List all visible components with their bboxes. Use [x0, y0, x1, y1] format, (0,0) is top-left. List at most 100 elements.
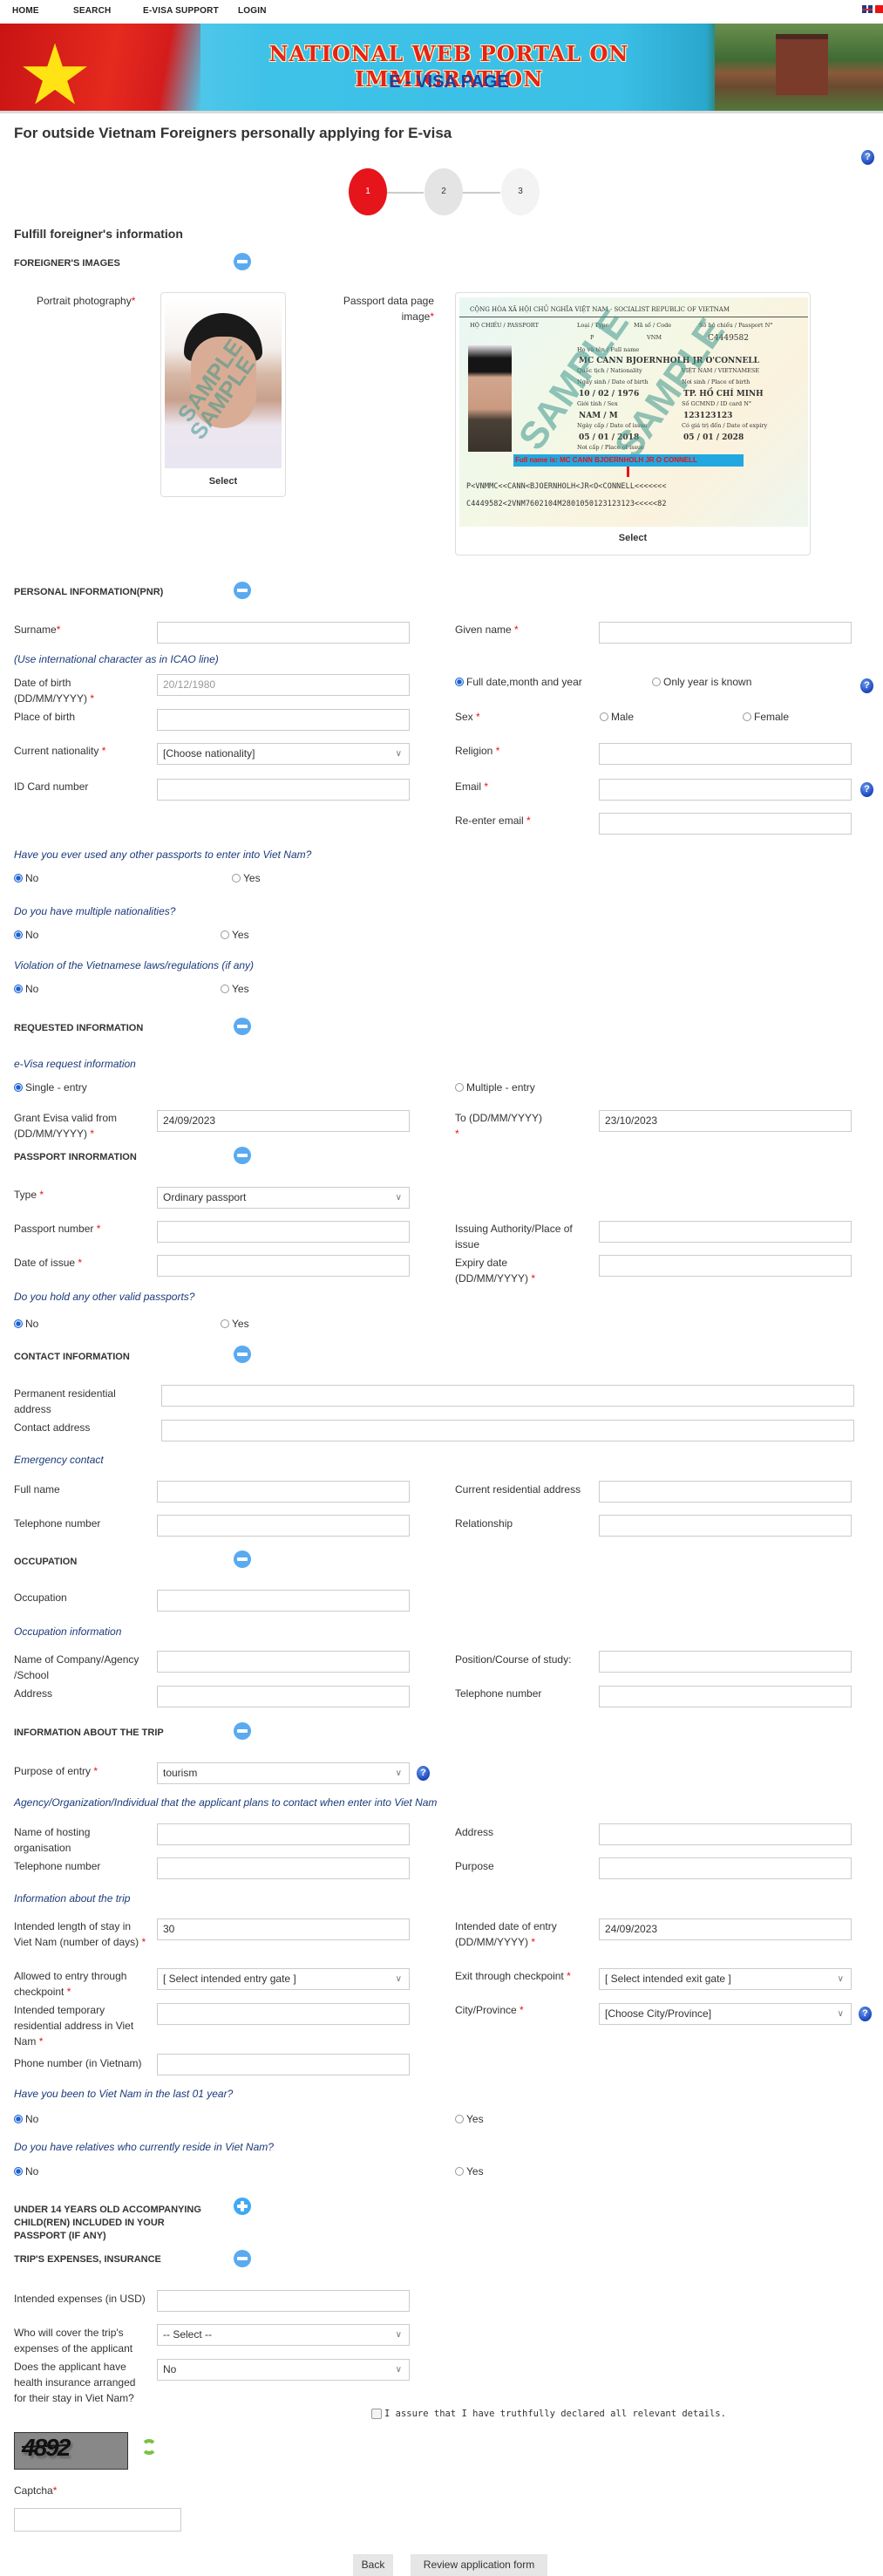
- nav-evisa-support[interactable]: E-VISA SUPPORT: [143, 6, 219, 16]
- stay-length-input[interactable]: 30: [157, 1918, 410, 1940]
- other-valid-passports-no-radio[interactable]: No: [14, 1318, 38, 1330]
- sex-male-radio[interactable]: Male: [600, 711, 634, 723]
- religion-input[interactable]: [599, 743, 852, 765]
- collapse-icon[interactable]: [234, 1018, 251, 1035]
- other-passports-yes-radio[interactable]: Yes: [232, 872, 261, 884]
- help-icon[interactable]: ?: [417, 1766, 430, 1781]
- temple-image: [715, 24, 883, 111]
- insurance-select[interactable]: No: [157, 2359, 410, 2381]
- help-icon[interactable]: ?: [861, 150, 874, 165]
- date-of-issue-input[interactable]: [157, 1255, 410, 1277]
- position-input[interactable]: [599, 1651, 852, 1673]
- sex-female-radio[interactable]: Female: [743, 711, 789, 723]
- exit-gate-select[interactable]: [ Select intended exit gate ]: [599, 1968, 852, 1990]
- expiry-date-input[interactable]: [599, 1255, 852, 1277]
- entry-date-input[interactable]: 24/09/2023: [599, 1918, 852, 1940]
- vietnam-flag-icon[interactable]: [875, 5, 883, 13]
- relatives-yes-radio[interactable]: Yes: [455, 2165, 484, 2177]
- emergency-phone-input[interactable]: [157, 1515, 410, 1537]
- expenses-cover-select[interactable]: -- Select --: [157, 2324, 410, 2346]
- dob-mode-year-radio[interactable]: Only year is known: [652, 676, 751, 688]
- violation-no-radio[interactable]: No: [14, 983, 38, 995]
- relatives-no-radio[interactable]: No: [14, 2165, 38, 2177]
- been-yes-radio[interactable]: Yes: [455, 2113, 484, 2125]
- declaration-checkbox[interactable]: [371, 2409, 382, 2419]
- passport-upload-card[interactable]: CỘNG HÒA XÃ HỘI CHỦ NGHĨA VIỆT NAM - SOC…: [455, 292, 811, 555]
- purpose-select[interactable]: tourism: [157, 1762, 410, 1784]
- email-input[interactable]: [599, 779, 852, 801]
- city-select[interactable]: [Choose City/Province]: [599, 2003, 852, 2025]
- occupation-input[interactable]: [157, 1590, 410, 1612]
- re-email-input[interactable]: [599, 813, 852, 835]
- passport-image-label: Passport data page image*: [343, 295, 434, 323]
- review-application-button[interactable]: Review application form: [411, 2554, 547, 2576]
- pob-input[interactable]: [157, 709, 410, 731]
- english-flag-icon[interactable]: [862, 5, 873, 13]
- given-name-input[interactable]: [599, 622, 852, 644]
- refresh-captcha-icon[interactable]: [141, 2439, 157, 2455]
- sex-label: Sex *: [455, 711, 480, 723]
- captcha-label: Captcha*: [14, 2484, 58, 2497]
- expand-icon[interactable]: [234, 2198, 251, 2215]
- other-passports-no-radio[interactable]: No: [14, 872, 38, 884]
- host-address-input[interactable]: [599, 1823, 852, 1845]
- emergency-fullname-input[interactable]: [157, 1481, 410, 1503]
- nav-search[interactable]: SEARCH: [73, 6, 111, 16]
- temp-address-input[interactable]: [157, 2003, 410, 2025]
- nav-home[interactable]: HOME: [12, 6, 39, 16]
- multiple-entry-radio[interactable]: Multiple - entry: [455, 1081, 535, 1094]
- been-no-radio[interactable]: No: [14, 2113, 38, 2125]
- collapse-icon[interactable]: [234, 582, 251, 599]
- collapse-icon[interactable]: [234, 2250, 251, 2267]
- dob-input[interactable]: 20/12/1980: [157, 674, 410, 696]
- collapse-icon[interactable]: [234, 1346, 251, 1363]
- issuing-authority-input[interactable]: [599, 1221, 852, 1243]
- relationship-label: Relationship: [455, 1517, 513, 1530]
- valid-to-input[interactable]: 23/10/2023: [599, 1110, 852, 1132]
- vn-phone-input[interactable]: [157, 2054, 410, 2075]
- dob-mode-full-radio[interactable]: Full date,month and year: [455, 676, 582, 688]
- company-address-input[interactable]: [157, 1686, 410, 1707]
- section-occupation: OCCUPATION: [14, 1557, 78, 1567]
- id-card-input[interactable]: [157, 779, 410, 801]
- contact-address-input[interactable]: [161, 1420, 854, 1441]
- other-valid-passports-yes-radio[interactable]: Yes: [221, 1318, 249, 1330]
- permanent-address-input[interactable]: [161, 1385, 854, 1407]
- relationship-input[interactable]: [599, 1515, 852, 1537]
- emergency-address-input[interactable]: [599, 1481, 852, 1503]
- company-input[interactable]: [157, 1651, 410, 1673]
- collapse-icon[interactable]: [234, 1147, 251, 1164]
- surname-input[interactable]: [157, 622, 410, 644]
- nav-login[interactable]: LOGIN: [238, 6, 267, 16]
- portrait-upload-card[interactable]: SAMPLE SAMPLE Select: [160, 292, 286, 497]
- violation-yes-radio[interactable]: Yes: [221, 983, 249, 995]
- host-phone-input[interactable]: [157, 1857, 410, 1879]
- re-email-label: Re-enter email *: [455, 814, 531, 827]
- passport-text: Có giá trị đến / Date of expiry: [682, 422, 768, 429]
- hosting-org-input[interactable]: [157, 1823, 410, 1845]
- passport-type-select[interactable]: Ordinary passport: [157, 1187, 410, 1209]
- section-accompanying-children: UNDER 14 YEARS OLD ACCOMPANYING CHILD(RE…: [14, 2205, 201, 2241]
- back-button[interactable]: Back: [353, 2554, 393, 2576]
- collapse-icon[interactable]: [234, 253, 251, 270]
- expenses-amount-input[interactable]: [157, 2290, 410, 2312]
- expenses-amount-label: Intended expenses (in USD): [14, 2293, 146, 2305]
- portrait-select-button[interactable]: Select: [161, 476, 285, 487]
- help-icon[interactable]: ?: [860, 678, 873, 693]
- single-entry-radio[interactable]: Single - entry: [14, 1081, 87, 1094]
- host-purpose-input[interactable]: [599, 1857, 852, 1879]
- collapse-icon[interactable]: [234, 1550, 251, 1568]
- multi-nationality-no-radio[interactable]: No: [14, 929, 38, 941]
- help-icon[interactable]: ?: [860, 782, 873, 797]
- collapse-icon[interactable]: [234, 1722, 251, 1740]
- multi-nationality-yes-radio[interactable]: Yes: [221, 929, 249, 941]
- captcha-input[interactable]: [14, 2508, 181, 2532]
- nationality-select[interactable]: [Choose nationality]: [157, 743, 410, 765]
- help-icon[interactable]: ?: [859, 2007, 872, 2021]
- valid-from-input[interactable]: 24/09/2023: [157, 1110, 410, 1132]
- company-phone-input[interactable]: [599, 1686, 852, 1707]
- entry-gate-select[interactable]: [ Select intended entry gate ]: [157, 1968, 410, 1990]
- host-purpose-label: Purpose: [455, 1860, 494, 1872]
- passport-number-input[interactable]: [157, 1221, 410, 1243]
- passport-select-button[interactable]: Select: [456, 533, 810, 543]
